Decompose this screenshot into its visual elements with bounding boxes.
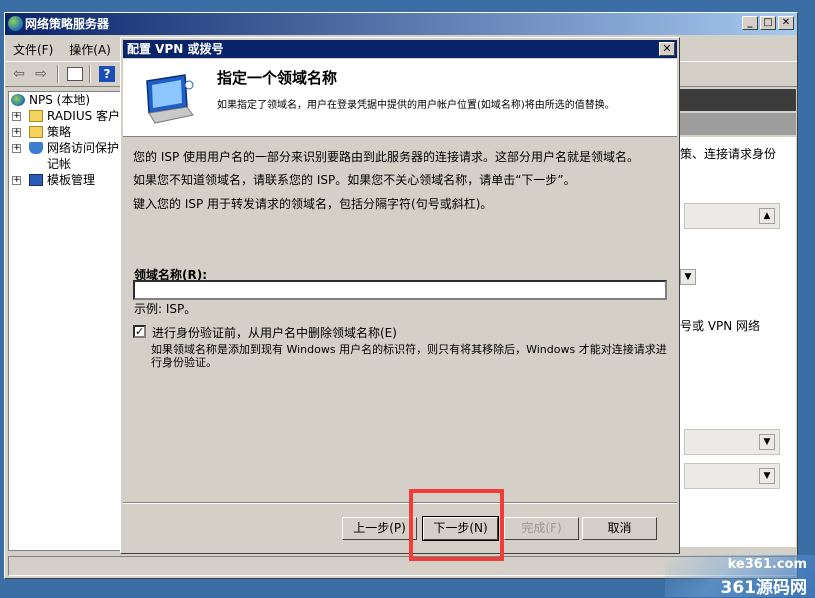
expand-icon[interactable]: + [12, 176, 21, 185]
menu-file[interactable]: 文件(F) [5, 37, 61, 59]
details-section[interactable]: ▼ [684, 429, 780, 455]
shield-icon [29, 142, 43, 154]
tree-item-nap[interactable]: + 网络访问保护 [9, 140, 125, 156]
close-button[interactable]: ✕ [778, 16, 794, 30]
main-window-title: 网络策略服务器 [25, 17, 110, 31]
details-subheader [680, 113, 796, 135]
expand-icon[interactable]: + [12, 128, 21, 137]
tree-item-label: 记帐 [47, 157, 72, 171]
toolbar-separator [57, 65, 59, 83]
dialog-titlebar[interactable]: 配置 VPN 或拨号 ✕ [123, 40, 677, 58]
tree-item-label: 模板管理 [47, 173, 96, 187]
collapse-up-icon[interactable]: ▲ [759, 208, 775, 224]
back-button[interactable]: 上一步(P) [342, 517, 417, 540]
description-paragraph: 您的 ISP 使用用户名的一部分来识别要路由到此服务器的连接请求。这部分用户名就… [133, 150, 640, 164]
details-text: 策、连接请求身份 [680, 147, 777, 161]
dropdown-arrow-icon[interactable]: ▼ [680, 269, 696, 285]
maximize-button[interactable]: □ [760, 16, 776, 30]
window-controls: _ □ ✕ [742, 16, 794, 30]
dialog-close-button[interactable]: ✕ [659, 42, 675, 56]
tree-item-policies[interactable]: + 策略 [9, 124, 125, 140]
dialog-title: 配置 VPN 或拨号 [127, 42, 224, 56]
tree-item-label: RADIUS 客户端 [47, 109, 126, 123]
forward-arrow-icon[interactable]: ⇨ [31, 65, 51, 83]
wizard-header: 指定一个领域名称 如果指定了领域名，用户在登录凭据中提供的用户帐户位置(如域名称… [123, 59, 677, 137]
folder-icon [29, 110, 43, 122]
main-titlebar[interactable]: 网络策略服务器 _ □ ✕ [5, 13, 797, 35]
strip-realm-checkbox-label[interactable]: 进行身份验证前，从用户名中删除领域名称(E) [152, 324, 397, 341]
expand-icon[interactable]: + [12, 112, 21, 121]
watermark-name: 361源码网 [720, 578, 808, 598]
watermark-domain: ke361.com [727, 557, 807, 572]
details-section[interactable]: ▲ [684, 203, 780, 229]
folder-icon [29, 126, 43, 138]
next-button-highlight [409, 489, 504, 561]
tree-item-nps-local[interactable]: NPS (本地) [9, 92, 125, 108]
wizard-step-subtitle: 如果指定了领域名，用户在登录凭据中提供的用户帐户位置(如域名称)将由所选的值替换… [217, 100, 615, 111]
expand-down-icon[interactable]: ▼ [759, 468, 775, 484]
details-section[interactable]: ▼ [684, 463, 780, 489]
configure-vpn-dialog: 配置 VPN 或拨号 ✕ 指定一个领域名称 如果指定了领域名，用户在登录凭据中提… [120, 37, 680, 554]
tree-item-radius-clients[interactable]: + RADIUS 客户端 [9, 108, 125, 124]
strip-realm-checkbox[interactable]: ✓ [133, 325, 146, 338]
dialog-separator [123, 502, 677, 504]
menu-action[interactable]: 操作(A) [61, 37, 119, 59]
domain-name-input[interactable] [133, 280, 667, 300]
menubar: 文件(F) 操作(A) [5, 37, 119, 59]
strip-realm-description: 如果领域名称是添加到现有 Windows 用户名的标识符，则只有将其移除后，Wi… [151, 343, 667, 369]
nps-app-icon [8, 16, 23, 31]
computer-network-icon [146, 74, 194, 124]
console-tree: NPS (本地) + RADIUS 客户端 + 策略 + 网络访问保护 记帐 +… [8, 91, 126, 551]
toolbar-separator [89, 65, 91, 83]
example-text: 示例: ISP。 [134, 302, 197, 316]
monitor-icon [29, 174, 43, 186]
expand-icon[interactable]: + [12, 144, 21, 153]
cancel-button[interactable]: 取消 [582, 517, 657, 540]
description-paragraph: 键入您的 ISP 用于转发请求的领域名，包括分隔字符(句号或斜杠)。 [133, 197, 493, 211]
tree-item-accounting[interactable]: 记帐 [9, 156, 125, 172]
details-header [680, 89, 796, 111]
description-paragraph: 如果您不知道领域名，请联系您的 ISP。如果您不关心领域名称，请单击“下一步”。 [133, 173, 576, 187]
tree-item-label: 策略 [47, 125, 72, 139]
minimize-button[interactable]: _ [742, 16, 758, 30]
watermark: ke361.com 361源码网 [665, 555, 815, 598]
tree-item-label: NPS (本地) [29, 93, 91, 107]
tree-item-templates[interactable]: + 模板管理 [9, 172, 125, 188]
finish-button[interactable]: 完成(F) [504, 517, 579, 540]
console-tree-icon[interactable] [67, 67, 83, 81]
help-icon[interactable]: ? [99, 66, 115, 82]
tree-item-label: 网络访问保护 [47, 141, 120, 155]
details-text: 号或 VPN 网络 [680, 319, 761, 333]
expand-down-icon[interactable]: ▼ [759, 434, 775, 450]
wizard-step-title: 指定一个领域名称 [217, 69, 338, 87]
back-arrow-icon[interactable]: ⇦ [9, 65, 29, 83]
globe-icon [11, 94, 25, 106]
